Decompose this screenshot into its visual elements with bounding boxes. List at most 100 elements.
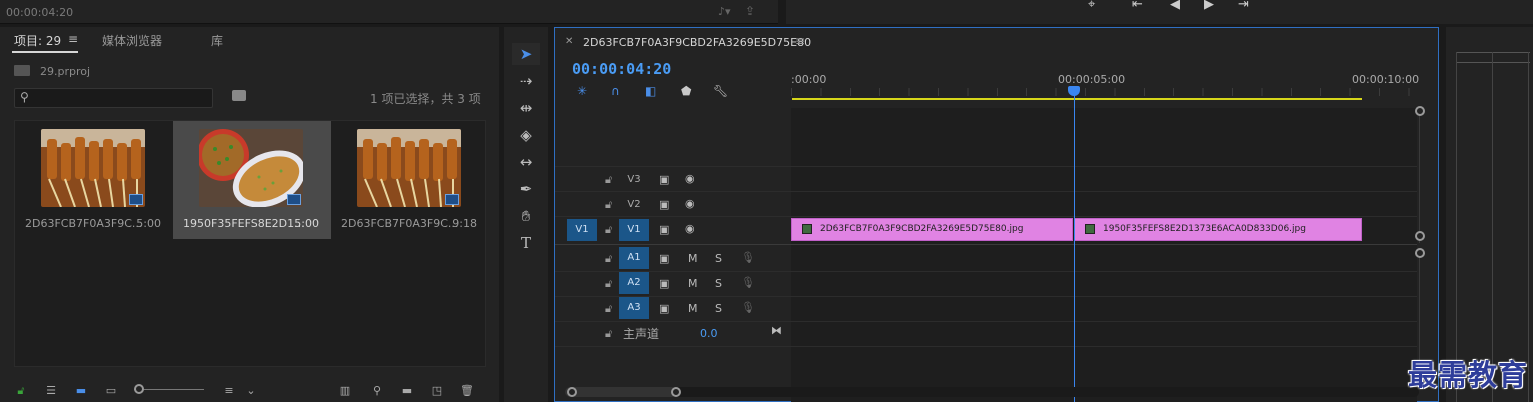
snap-icon[interactable]: ∩ [611,84,620,98]
source-patch-v1[interactable]: V1 [567,219,597,241]
find-icon[interactable]: ⚲ [370,385,384,397]
master-volume[interactable]: 0.0 [700,327,718,340]
sync-lock-icon[interactable]: ▣ [659,277,669,290]
freeform-view-icon[interactable]: ▭ [104,385,118,397]
slip-tool-icon[interactable]: ↔ [512,151,540,173]
lock-icon[interactable]: 🔓︎ [14,385,28,397]
mute-button[interactable]: M [688,277,698,290]
mic-icon[interactable]: 🎙︎ [741,301,755,314]
mute-button[interactable]: M [688,302,698,315]
trash-icon[interactable]: 🗑︎ [460,385,474,397]
clip-tile[interactable]: 2D63FCB7F0A3F9C... 9:18 [331,121,489,239]
new-bin-from-search-icon[interactable] [232,90,246,101]
lock-icon[interactable]: 🔓︎ [605,223,612,237]
sync-lock-icon[interactable]: ▣ [659,252,669,265]
track-name[interactable]: A1 [619,247,649,269]
go-to-out-icon[interactable]: ⇥ [1238,0,1249,12]
video-scrollbar[interactable] [1419,108,1420,243]
scroll-knob[interactable] [671,387,681,397]
lock-icon[interactable]: 🔓︎ [605,252,612,266]
track-name[interactable]: V1 [619,219,649,241]
ripple-edit-tool-icon[interactable]: ⇹ [512,97,540,119]
playhead-timecode[interactable]: 00:00:04:20 [572,60,671,78]
close-icon[interactable]: ✕ [565,36,573,47]
scroll-thumb[interactable] [565,387,677,397]
settings-wrench-icon[interactable]: 🔧︎ [713,84,728,98]
lock-icon[interactable]: 🔓︎ [605,327,612,341]
ruler-label: 00:00:05:00 [1058,73,1126,86]
timeline-clip[interactable]: 1950F35FEFS8E2D1373E6ACA0D833D06.jpg [1074,218,1362,241]
pen-tool-icon[interactable]: ✒ [512,178,540,200]
sync-lock-icon[interactable]: ▣ [659,223,669,236]
lock-icon[interactable]: 🔓︎ [605,302,612,316]
icon-view-icon[interactable]: ▬ [74,385,88,397]
search-input[interactable]: ⚲ [14,88,213,108]
timeline-clip[interactable]: 2D63FCB7F0A3F9CBD2FA3269E5D75E80.jpg [791,218,1073,241]
selection-tool-icon[interactable]: ➤ [512,43,540,65]
scroll-knob[interactable] [1415,231,1425,241]
track-name[interactable]: V2 [619,194,649,216]
clip-tile[interactable]: 2D63FCB7F0A3F9C... 5:00 [15,121,173,239]
mic-icon[interactable]: 🎙︎ [741,276,755,289]
timeline-zoom-scrollbar[interactable] [565,387,1419,397]
linked-selection-icon[interactable]: ◧ [645,84,656,98]
step-back-icon[interactable]: ◀ [1170,0,1180,12]
clip-duration: 5:00 [136,217,161,230]
add-marker-icon[interactable]: ⬟ [681,84,691,98]
type-tool-icon[interactable]: T [512,232,540,254]
go-to-in-icon[interactable]: ⇤ [1132,0,1143,12]
track-header-v2: 🔓︎ V2 ▣ ◉ [555,193,791,218]
new-bin-icon[interactable]: ▬ [400,385,414,397]
solo-button[interactable]: S [715,302,722,315]
list-view-icon[interactable]: ☰ [44,385,58,397]
track-select-tool-icon[interactable]: ⇢ [512,70,540,92]
nest-icon[interactable]: ✳︎ [577,84,587,98]
marker-icon[interactable]: ⌖ [1088,0,1095,12]
lock-icon[interactable]: 🔓︎ [605,277,612,291]
new-item-icon[interactable]: ◳ [430,385,444,397]
mic-icon[interactable]: 🎙︎ [741,251,755,264]
hand-tool-icon[interactable]: ✋︎ [512,205,540,227]
track-name[interactable]: V3 [619,169,649,191]
razor-tool-icon[interactable]: ◈ [512,124,540,146]
sync-lock-icon[interactable]: ▣ [659,198,669,211]
track-header-v1: V1 🔓︎ V1 ▣ ◉ [555,218,791,243]
eye-icon[interactable]: ◉ [685,197,695,210]
sequence-tab[interactable]: 2D63FCB7F0A3F9CBD2FA3269E5D75E80 [583,36,811,49]
export-frame-icon[interactable]: ⇪ [745,4,755,18]
scroll-knob[interactable] [1415,106,1425,116]
zoom-slider[interactable] [134,389,204,390]
zoom-slider-knob[interactable] [134,384,144,394]
sort-icon[interactable]: ≡ [222,385,236,397]
automate-to-sequence-icon[interactable]: ▥ [338,385,352,397]
playhead-line[interactable] [1074,90,1075,402]
insert-icon[interactable]: ♪▾ [718,5,731,18]
scroll-knob[interactable] [567,387,577,397]
audio-scrollbar[interactable] [1419,250,1420,360]
track-name[interactable]: A3 [619,297,649,319]
expand-icon[interactable]: ⧓ [771,324,782,337]
work-area-bar[interactable] [792,98,1362,100]
tab-media-browser[interactable]: 媒体浏览器 [102,32,162,49]
search-icon: ⚲ [20,90,29,104]
tab-project[interactable]: 项目: 29 [14,32,61,49]
sync-lock-icon[interactable]: ▣ [659,173,669,186]
tab-libraries[interactable]: 库 [211,32,223,49]
sync-lock-icon[interactable]: ▣ [659,302,669,315]
lock-icon[interactable]: 🔓︎ [605,173,612,187]
mute-button[interactable]: M [688,252,698,265]
track-name[interactable]: A2 [619,272,649,294]
solo-button[interactable]: S [715,277,722,290]
project-menu-icon[interactable]: ≡ [68,32,78,46]
solo-button[interactable]: S [715,252,722,265]
eye-icon[interactable]: ◉ [685,222,695,235]
play-icon[interactable]: ▶ [1204,0,1214,12]
scroll-knob[interactable] [1415,248,1425,258]
eye-icon[interactable]: ◉ [685,172,695,185]
chevron-down-icon[interactable]: ⌄ [244,385,258,397]
image-clip-icon [802,224,812,234]
timeline-menu-icon[interactable]: ≡ [795,34,805,48]
lock-icon[interactable]: 🔓︎ [605,198,612,212]
clip-tile[interactable]: 1950F35FEFS8E2D1... 5:00 [173,121,331,239]
watermark-logo: 最需教育 [1408,358,1529,392]
